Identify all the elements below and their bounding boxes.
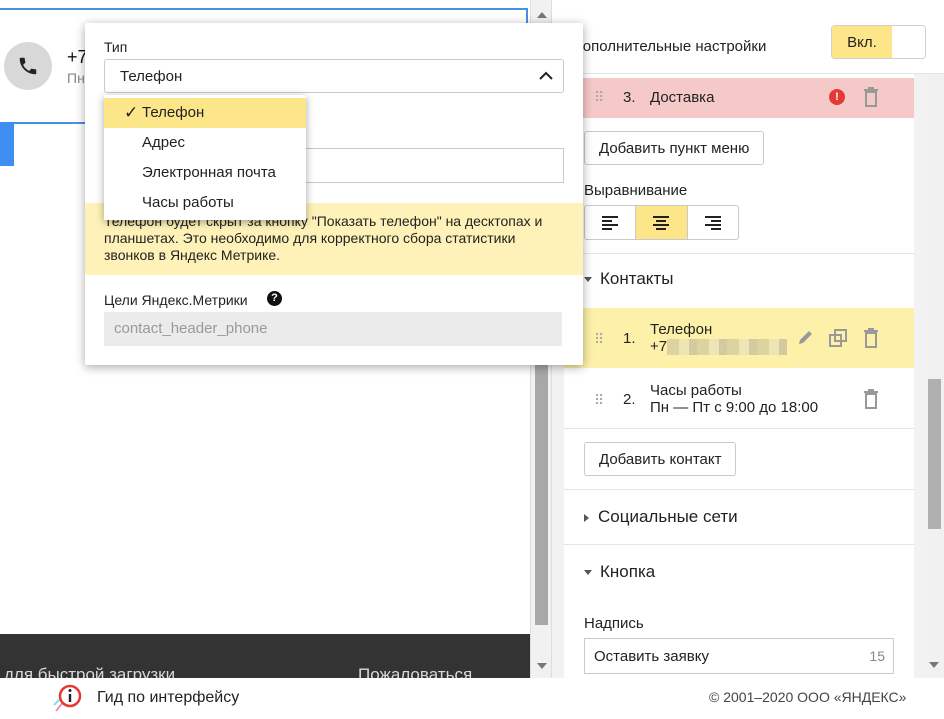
add-menu-item-button[interactable]: Добавить пункт меню xyxy=(584,131,765,165)
bottom-bar: Гид по интерфейсу © 2001–2020 ООО «ЯНДЕК… xyxy=(0,678,944,719)
button-section-header[interactable]: Кнопка xyxy=(584,562,655,582)
align-center-icon xyxy=(653,215,670,230)
redacted-block xyxy=(667,339,788,356)
panel-scrollbar-thumb[interactable] xyxy=(928,379,941,529)
error-icon: ! xyxy=(829,89,845,105)
section-divider xyxy=(564,253,914,254)
guide-info-icon[interactable] xyxy=(50,681,86,717)
chevron-down-icon xyxy=(584,277,592,283)
trash-icon[interactable] xyxy=(863,328,879,352)
interface-guide-link[interactable]: Гид по интерфейсу xyxy=(97,689,239,707)
toggle-knob[interactable] xyxy=(892,26,925,58)
duplicate-icon[interactable] xyxy=(828,328,848,352)
align-center-button[interactable] xyxy=(636,206,688,239)
contact-row[interactable]: ⠿ 2. Часы работы Пн — Пт с 9:00 до 18:00 xyxy=(564,369,914,429)
contacts-section-title: Контакты xyxy=(600,269,674,288)
scroll-down-icon[interactable] xyxy=(929,662,939,668)
preview-footer-report[interactable]: Пожаловаться xyxy=(358,665,472,678)
contacts-section-header[interactable]: Контакты xyxy=(584,269,673,289)
panel-header-title: дополнительные настройки xyxy=(574,38,767,55)
align-right-button[interactable] xyxy=(688,206,738,239)
social-section-header[interactable]: Социальные сети xyxy=(584,507,738,527)
metrika-goals-label: Цели Яндекс.Метрики xyxy=(104,292,248,308)
contact-value: +7 xyxy=(650,338,788,356)
scroll-up-icon[interactable] xyxy=(537,12,547,18)
button-section-title: Кнопка xyxy=(600,562,656,581)
caption-field[interactable]: 15 xyxy=(584,638,894,674)
align-left-icon xyxy=(602,215,619,230)
align-right-icon xyxy=(704,215,721,230)
caption-counter: 15 xyxy=(869,648,885,664)
trash-icon[interactable] xyxy=(863,87,879,111)
help-icon[interactable]: ? xyxy=(267,291,282,306)
panel-header: дополнительные настройки Вкл. xyxy=(552,0,944,74)
section-divider xyxy=(564,544,914,545)
menu-item-label: Доставка xyxy=(650,89,715,106)
alignment-label: Выравнивание xyxy=(584,182,688,199)
type-select-value: Телефон xyxy=(120,68,183,85)
trash-icon[interactable] xyxy=(863,389,879,413)
panel-scrollbar[interactable] xyxy=(924,74,944,678)
align-left-button[interactable] xyxy=(585,206,637,239)
dropdown-option-phone[interactable]: ✓ Телефон xyxy=(104,98,306,128)
caption-input[interactable] xyxy=(585,639,835,673)
pencil-icon[interactable] xyxy=(797,328,815,350)
contact-value: Пн — Пт с 9:00 до 18:00 xyxy=(650,399,819,416)
preview-phone-sub: Пн xyxy=(67,70,85,86)
dropdown-option-address[interactable]: Адрес xyxy=(104,128,306,158)
dropdown-option-hours[interactable]: Часы работы xyxy=(104,188,306,218)
drag-handle-icon[interactable]: ⠿ xyxy=(594,89,604,106)
checkmark-icon: ✓ xyxy=(124,103,139,122)
scroll-down-icon[interactable] xyxy=(537,663,547,669)
drag-handle-icon[interactable]: ⠿ xyxy=(594,392,604,409)
alignment-group xyxy=(584,205,739,240)
toggle-on-label[interactable]: Вкл. xyxy=(832,26,892,58)
dropdown-option-email[interactable]: Электронная почта xyxy=(104,158,306,188)
preview-footer-left: для быстрой загрузки xyxy=(4,665,176,678)
drag-handle-icon[interactable]: ⠿ xyxy=(594,331,604,348)
metrika-goal-field: contact_header_phone xyxy=(104,312,562,346)
chevron-right-icon xyxy=(584,513,589,522)
contact-number: 1. xyxy=(623,330,636,347)
caption-label: Надпись xyxy=(584,615,644,632)
add-contact-button[interactable]: Добавить контакт xyxy=(584,442,737,476)
contact-title: Часы работы xyxy=(650,382,742,399)
type-select[interactable]: Телефон xyxy=(104,59,564,93)
preview-footer: для быстрой загрузки Пожаловаться xyxy=(0,634,530,678)
type-dropdown-menu: ✓ Телефон Адрес Электронная почта Часы р… xyxy=(104,95,306,220)
copyright: © 2001–2020 ООО «ЯНДЕКС» xyxy=(709,689,907,705)
phone-icon xyxy=(4,42,52,90)
menu-item-row[interactable]: ⠿ 3. Доставка ! xyxy=(564,78,914,118)
social-section-title: Социальные сети xyxy=(598,507,738,526)
chevron-down-icon xyxy=(584,570,592,576)
enable-toggle[interactable]: Вкл. xyxy=(831,25,926,59)
contact-row[interactable]: ⠿ 1. Телефон +7 xyxy=(564,308,914,368)
chevron-up-icon[interactable] xyxy=(539,69,553,87)
type-label: Тип xyxy=(104,39,128,55)
preview-blue-button[interactable] xyxy=(0,122,14,166)
preview-scrollbar-thumb[interactable] xyxy=(535,340,548,625)
contact-title: Телефон xyxy=(650,321,713,338)
section-divider xyxy=(564,489,914,490)
contact-number: 2. xyxy=(623,391,636,408)
menu-item-number: 3. xyxy=(623,89,636,106)
